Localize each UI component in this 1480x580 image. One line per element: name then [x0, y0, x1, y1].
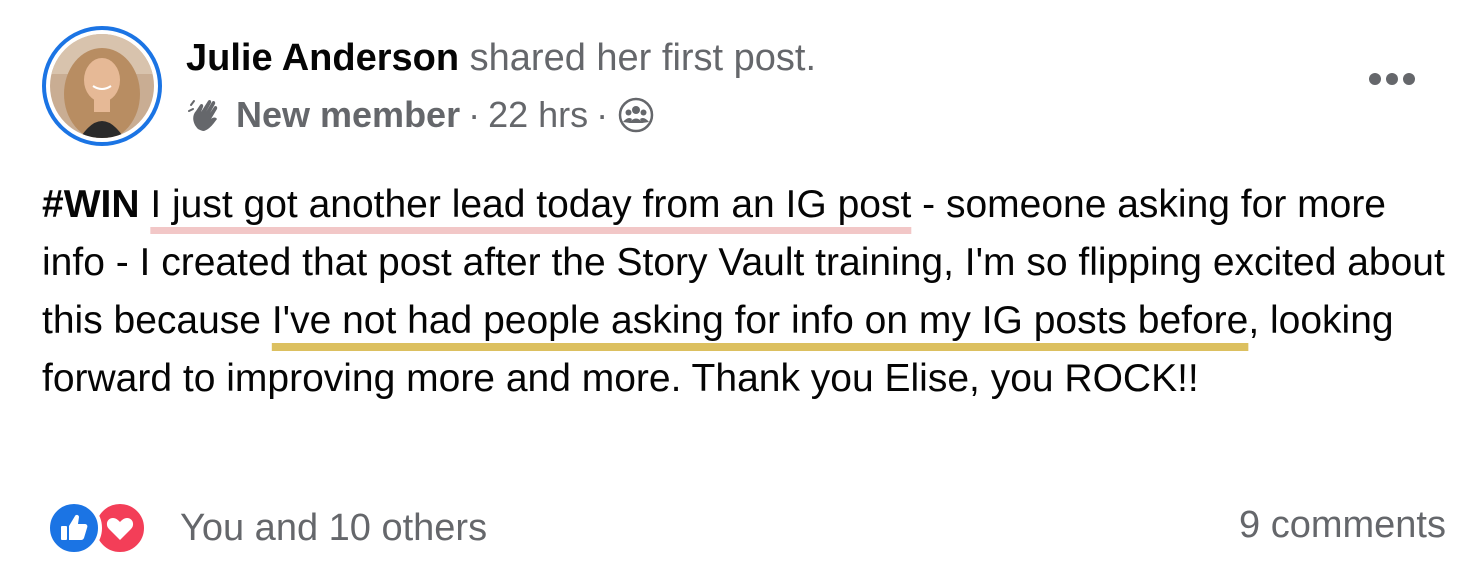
more-options-icon: [1369, 73, 1415, 85]
post-meta: New member · 22 hrs ·: [186, 92, 654, 138]
profile-photo: [50, 34, 154, 138]
hashtag-link[interactable]: #WIN: [42, 183, 140, 226]
author-action: shared her first post.: [469, 37, 817, 79]
more-options-button[interactable]: [1362, 64, 1422, 94]
author-line: Julie Anderson shared her first post.: [186, 34, 816, 82]
separator: ·: [596, 94, 609, 135]
highlighted-text-gold: I've not had people asking for info on m…: [271, 299, 1249, 342]
separator: ·: [468, 94, 481, 135]
reaction-icons: [46, 500, 156, 556]
author-name[interactable]: Julie Anderson: [186, 37, 459, 79]
reactions-summary[interactable]: You and 10 others: [46, 500, 487, 556]
avatar[interactable]: [42, 26, 162, 146]
highlighted-text-pink: I just got another lead today from an IG…: [150, 183, 912, 226]
waving-hand-icon: [188, 99, 218, 131]
reactions-count[interactable]: You and 10 others: [180, 507, 487, 550]
body-text-segment: [140, 183, 151, 226]
comments-count[interactable]: 9 comments: [1239, 504, 1446, 547]
member-badge: New member: [236, 94, 461, 135]
group-audience-icon[interactable]: [618, 97, 654, 133]
post-body: #WIN I just got another lead today from …: [42, 176, 1452, 408]
post-time[interactable]: 22 hrs: [488, 92, 588, 138]
like-icon: [46, 500, 102, 556]
